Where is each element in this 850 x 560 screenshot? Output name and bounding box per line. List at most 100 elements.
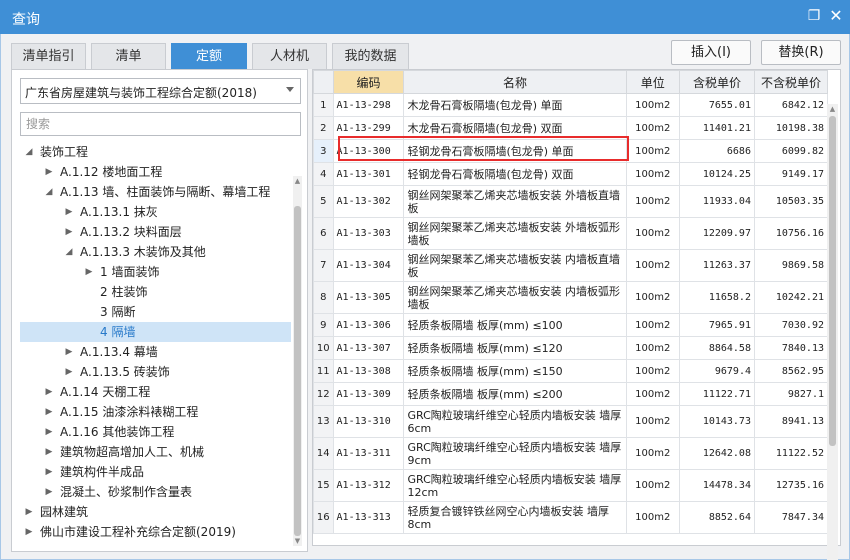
table-row[interactable]: 16 A1-13-313 轻质复合镀锌铁丝网空心内墙板安装 墙厚 8cm 100m2 8… — [313, 501, 829, 534]
tree-item[interactable]: ▶ 1 墙面装饰 — [20, 262, 291, 282]
table-row[interactable]: 6 A1-13-303 钢丝网架聚苯乙烯夹芯墙板安装 外墙板弧形墙板 100m2 122… — [313, 217, 829, 250]
tree-item[interactable]: ◢ A.1.13.3 木装饰及其他 — [20, 242, 291, 262]
tree-item[interactable]: ▶ A.1.16 其他装饰工程 — [20, 422, 291, 442]
cell-tax-price: 14478.34 — [678, 469, 755, 502]
table-row[interactable]: 15 A1-13-312 GRC陶粒玻璃纤维空心轻质内墙板安装 墙厚 12cm 100… — [313, 469, 829, 502]
collapsed-arrow-icon[interactable]: ▶ — [64, 222, 74, 242]
table-row[interactable]: 10 A1-13-307 轻质条板隔墙 板厚(mm) ≤120 100m2 8864.5… — [313, 336, 829, 360]
tree-item[interactable]: ▶ 混凝土、砂浆制作含量表 — [20, 482, 291, 502]
collapsed-arrow-icon[interactable]: ▶ — [44, 422, 54, 442]
restore-icon[interactable]: ❐ — [806, 8, 822, 24]
expanded-arrow-icon[interactable]: ◢ — [64, 242, 74, 262]
tab-my-data[interactable]: 我的数据 — [332, 43, 409, 69]
insert-button[interactable]: 插入(I) — [671, 40, 751, 65]
cell-unit: 100m2 — [625, 405, 680, 438]
collapsed-arrow-icon[interactable]: ▶ — [44, 462, 54, 482]
cell-name: 轻质条板隔墙 板厚(mm) ≤150 — [403, 359, 627, 383]
collapsed-arrow-icon[interactable]: ▶ — [64, 342, 74, 362]
table-row[interactable]: 14 A1-13-311 GRC陶粒玻璃纤维空心轻质内墙板安装 墙厚 9cm 100m… — [313, 437, 829, 470]
cell-name: 钢丝网架聚苯乙烯夹芯墙板安装 内墙板直墙板 — [403, 249, 627, 282]
table-row[interactable]: 4 A1-13-301 轻钢龙骨石膏板隔墙(包龙骨) 双面 100m2 10124.25… — [313, 162, 829, 186]
scroll-thumb[interactable] — [829, 116, 836, 446]
tab-labor-material[interactable]: 人材机 — [252, 43, 327, 69]
collapsed-arrow-icon[interactable]: ▶ — [24, 502, 34, 522]
tree-item[interactable]: ▶ A.1.12 楼地面工程 — [20, 162, 291, 182]
cell-notax-price: 7840.13 — [753, 336, 829, 360]
cell-notax-price: 10503.35 — [753, 185, 829, 218]
replace-button[interactable]: 替换(R) — [761, 40, 841, 65]
table-row[interactable]: 12 A1-13-309 轻质条板隔墙 板厚(mm) ≤200 100m2 11122.… — [313, 382, 829, 406]
tree-item[interactable]: ▶ A.1.14 天棚工程 — [20, 382, 291, 402]
collapsed-arrow-icon[interactable]: ▶ — [44, 162, 54, 182]
scroll-down-icon[interactable]: ▼ — [293, 536, 302, 546]
tree-item[interactable]: ▶ 佛山市建设工程补充综合定额(2019) — [20, 522, 291, 542]
table-row[interactable]: 9 A1-13-306 轻质条板隔墙 板厚(mm) ≤100 100m2 7965.91… — [313, 313, 829, 337]
table-row[interactable]: 1 A1-13-298 木龙骨石膏板隔墙(包龙骨) 单面 100m2 7655.01 68… — [313, 93, 829, 117]
cell-name: GRC陶粒玻璃纤维空心轻质内墙板安装 墙厚 12cm — [403, 469, 627, 502]
tree-item-label: A.1.13 墙、柱面装饰与隔断、幕墙工程 — [60, 185, 271, 199]
cell-code: A1-13-308 — [332, 359, 405, 383]
scroll-up-icon[interactable]: ▲ — [827, 104, 838, 114]
collapsed-arrow-icon[interactable]: ▶ — [24, 522, 34, 542]
column-header-unit[interactable]: 单位 — [625, 70, 680, 94]
table-row[interactable]: 11 A1-13-308 轻质条板隔墙 板厚(mm) ≤150 100m2 9679.4… — [313, 359, 829, 383]
table-row[interactable]: 5 A1-13-302 钢丝网架聚苯乙烯夹芯墙板安装 外墙板直墙板 100m2 1193… — [313, 185, 829, 218]
tree-item[interactable]: ▶ A.1.15 油漆涂料裱糊工程 — [20, 402, 291, 422]
cell-tax-price: 10143.73 — [678, 405, 755, 438]
table-row[interactable]: 2 A1-13-299 木龙骨石膏板隔墙(包龙骨) 双面 100m2 11401.21 1… — [313, 116, 829, 140]
tree-item[interactable]: 4 隔墙 — [20, 322, 291, 342]
tree-item-label: A.1.15 油漆涂料裱糊工程 — [60, 405, 199, 419]
cell-tax-price: 8864.58 — [678, 336, 755, 360]
tab-quota[interactable]: 定额 — [171, 43, 247, 69]
tree-item[interactable]: ◢ A.1.13 墙、柱面装饰与隔断、幕墙工程 — [20, 182, 291, 202]
search-input[interactable] — [20, 112, 301, 136]
tab-list-guide[interactable]: 清单指引 — [11, 43, 86, 69]
collapsed-arrow-icon[interactable]: ▶ — [44, 442, 54, 462]
tree-item[interactable]: ▶ A.1.13.4 幕墙 — [20, 342, 291, 362]
close-icon[interactable]: ✕ — [828, 8, 844, 24]
row-number: 5 — [313, 185, 334, 218]
scroll-up-icon[interactable]: ▲ — [293, 176, 302, 186]
tab-list[interactable]: 清单 — [91, 43, 166, 69]
column-header-name[interactable]: 名称 — [403, 70, 627, 94]
column-header-tax-price[interactable]: 含税单价 — [678, 70, 755, 94]
tree-item[interactable]: 2 柱装饰 — [20, 282, 291, 302]
table-scrollbar[interactable]: ▲ ▼ — [827, 104, 838, 560]
tree-item[interactable]: ▶ 建筑构件半成品 — [20, 462, 291, 482]
collapsed-arrow-icon[interactable]: ▶ — [44, 382, 54, 402]
cell-code: A1-13-302 — [332, 185, 405, 218]
collapsed-arrow-icon[interactable]: ▶ — [44, 402, 54, 422]
tree-item[interactable]: ▶ 园林建筑 — [20, 502, 291, 522]
column-header-code[interactable]: 编码 — [332, 70, 405, 94]
table-row[interactable]: 8 A1-13-305 钢丝网架聚苯乙烯夹芯墙板安装 内墙板弧形墙板 100m2 116… — [313, 281, 829, 314]
cell-tax-price: 11122.71 — [678, 382, 755, 406]
collapsed-arrow-icon[interactable]: ▶ — [84, 262, 94, 282]
tree-item[interactable]: ▶ A.1.13.2 块料面层 — [20, 222, 291, 242]
tree-item-label: A.1.13.5 砖装饰 — [80, 365, 170, 379]
scroll-thumb[interactable] — [294, 206, 301, 536]
tree-item[interactable]: ▶ A.1.13.1 抹灰 — [20, 202, 291, 222]
tree-item[interactable]: ▶ A.1.13.5 砖装饰 — [20, 362, 291, 382]
table-row[interactable]: 13 A1-13-310 GRC陶粒玻璃纤维空心轻质内墙板安装 墙厚 6cm 100m… — [313, 405, 829, 438]
collapsed-arrow-icon[interactable]: ▶ — [64, 202, 74, 222]
tree-item-label: 建筑构件半成品 — [60, 465, 145, 479]
cell-name: 轻质条板隔墙 板厚(mm) ≤200 — [403, 382, 627, 406]
tree-item[interactable]: ◢ 装饰工程 — [20, 142, 291, 162]
table-row[interactable]: 3 A1-13-300 轻钢龙骨石膏板隔墙(包龙骨) 单面 100m2 6686 6099… — [313, 139, 829, 163]
left-panel: 广东省房屋建筑与装饰工程综合定额(2018) ◢ 装饰工程 ▶ A.1.12 楼地面工… — [11, 69, 308, 552]
row-number: 3 — [313, 139, 334, 163]
expanded-arrow-icon[interactable]: ◢ — [24, 142, 34, 162]
quota-library-select[interactable]: 广东省房屋建筑与装饰工程综合定额(2018) — [20, 78, 301, 104]
collapsed-arrow-icon[interactable]: ▶ — [64, 362, 74, 382]
tree-item[interactable]: 3 隔断 — [20, 302, 291, 322]
tree-scrollbar[interactable]: ▲ ▼ — [293, 176, 302, 546]
cell-tax-price: 12209.97 — [678, 217, 755, 250]
cell-notax-price: 9827.1 — [753, 382, 829, 406]
column-header-notax-price[interactable]: 不含税单价 — [753, 70, 829, 94]
tree-item[interactable]: ▶ 建筑物超高增加人工、机械 — [20, 442, 291, 462]
chevron-down-icon — [286, 87, 294, 92]
expanded-arrow-icon[interactable]: ◢ — [44, 182, 54, 202]
table-row[interactable]: 7 A1-13-304 钢丝网架聚苯乙烯夹芯墙板安装 内墙板直墙板 100m2 1126… — [313, 249, 829, 282]
row-number: 16 — [313, 501, 334, 534]
collapsed-arrow-icon[interactable]: ▶ — [44, 482, 54, 502]
